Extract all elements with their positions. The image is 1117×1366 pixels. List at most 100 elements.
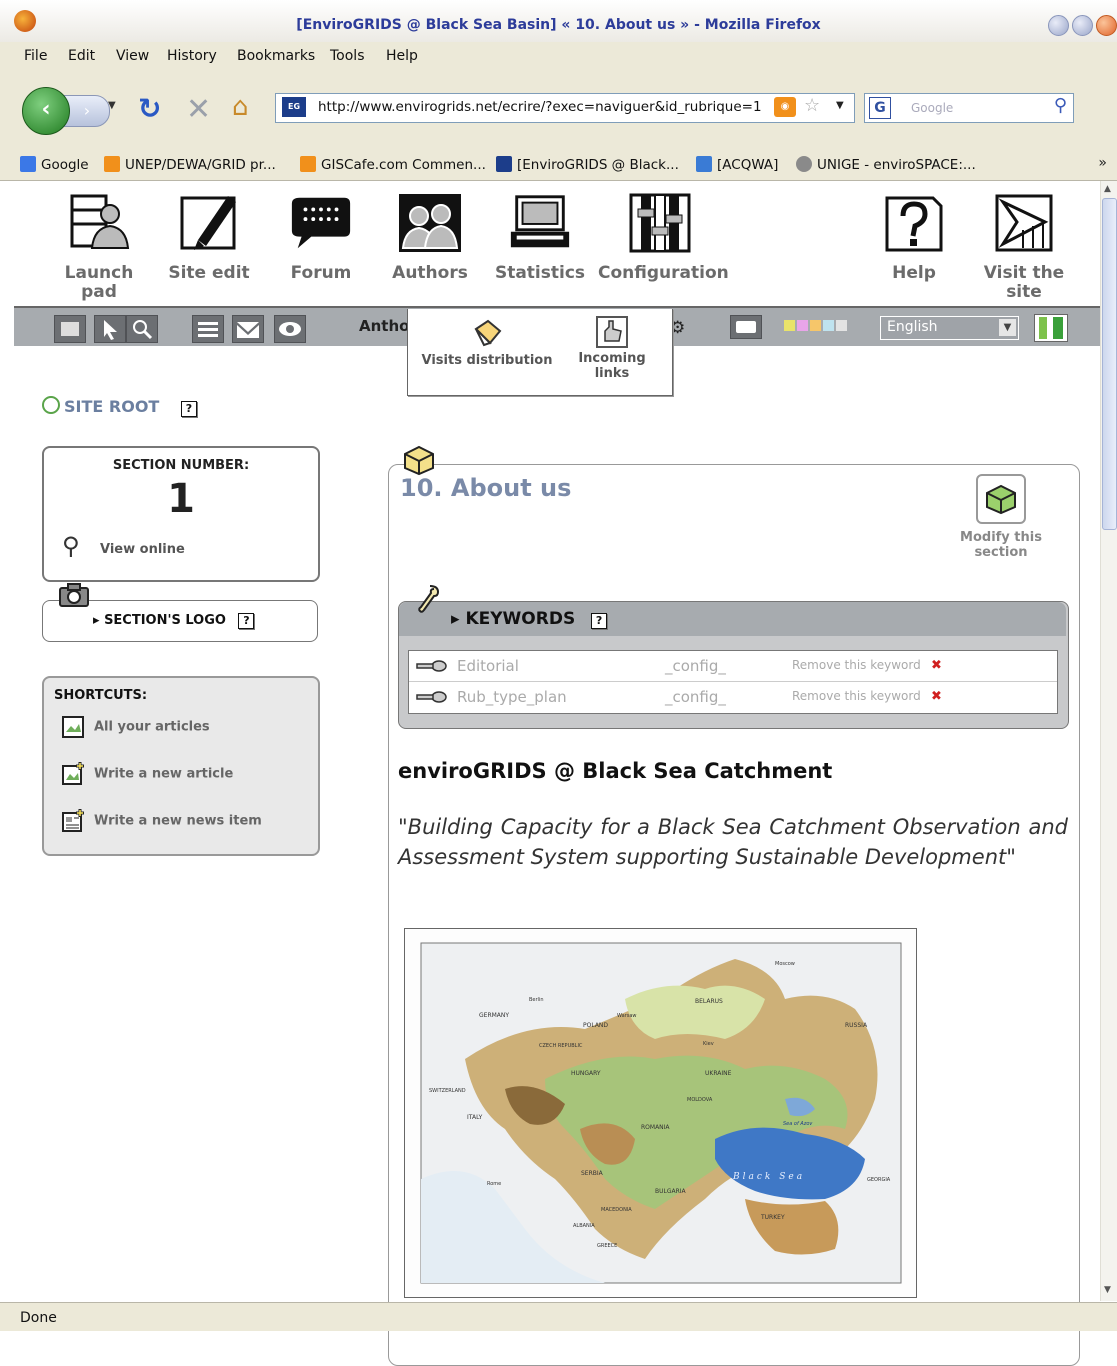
envirogrids-icon [496, 156, 512, 172]
back-button[interactable]: ‹ [22, 87, 70, 135]
keywords-toggle[interactable]: ▸ KEYWORDS ? [451, 609, 608, 629]
help-icon[interactable]: ? [180, 401, 197, 417]
minimize-button[interactable] [1048, 15, 1069, 36]
bookmark-giscafe[interactable]: GISCafe.com Commen... [300, 156, 486, 173]
site-root-link[interactable]: SITE ROOT ? [42, 396, 197, 417]
pointer-icon[interactable] [94, 315, 126, 343]
bookmark-google[interactable]: Google [20, 156, 89, 173]
home-icon[interactable]: ⌂ [232, 92, 249, 122]
configuration-icon [627, 190, 693, 256]
maximize-button[interactable] [1072, 15, 1093, 36]
bookmark-star-icon[interactable]: ☆ [804, 95, 820, 116]
bookmarks-overflow-button[interactable]: » [1098, 155, 1107, 171]
map-label-black-sea: Black Sea [732, 1172, 805, 1182]
color-swatches[interactable] [784, 320, 849, 335]
menu-help[interactable]: Help [386, 48, 418, 64]
url-input[interactable]: http://www.envirogrids.net/ecrire/?exec=… [318, 99, 762, 115]
close-button[interactable] [1096, 15, 1117, 36]
modify-section-button[interactable]: Modify this section [956, 474, 1046, 560]
stop-icon[interactable]: ✕ [186, 92, 211, 127]
scroll-thumb[interactable] [1102, 198, 1117, 530]
title-bar: [EnviroGRIDS @ Black Sea Basin] « 10. Ab… [0, 0, 1117, 42]
search-bar[interactable]: G Google ⚲ [864, 93, 1074, 123]
spip-logo-icon[interactable] [1034, 314, 1068, 342]
remove-keyword-icon[interactable]: ✖ [931, 689, 942, 704]
preview-eye-icon[interactable] [274, 315, 306, 343]
key-icon [416, 691, 447, 703]
shortcut-new-article[interactable]: Write a new article [60, 761, 233, 787]
visit-site-button[interactable]: Visit the site [976, 190, 1072, 302]
chevron-down-icon[interactable]: ▼ [999, 319, 1016, 336]
menu-edit[interactable]: Edit [68, 48, 95, 64]
remove-keyword-icon[interactable]: ✖ [931, 658, 942, 673]
help-button[interactable]: Help [874, 190, 954, 283]
zoom-tool-icon[interactable] [126, 315, 158, 343]
configuration-button[interactable]: Configuration [598, 190, 729, 283]
menu-file[interactable]: File [24, 48, 47, 64]
mail-icon[interactable] [232, 315, 264, 343]
bookmark-unep[interactable]: UNEP/DEWA/GRID pr... [104, 156, 276, 173]
launch-pad-button[interactable]: Launch pad [44, 190, 154, 302]
swatch-yellow[interactable] [784, 320, 795, 331]
section-logo-toggle[interactable]: ▸ SECTION'S LOGO ? [93, 613, 255, 629]
site-edit-button[interactable]: Site edit [164, 190, 254, 283]
keyword-group[interactable]: _config_ [665, 688, 726, 706]
map-label-moldova: MOLDOVA [687, 1097, 713, 1103]
bookmark-envirogrids[interactable]: [EnviroGRIDS @ Black... [496, 156, 679, 173]
bookmark-unige[interactable]: UNIGE - enviroSPACE:... [796, 156, 976, 173]
search-icon[interactable]: ⚲ [1054, 95, 1067, 116]
scroll-down-icon[interactable]: ▼ [1104, 1285, 1111, 1295]
help-icon [881, 190, 947, 256]
language-select[interactable]: English ▼ [880, 316, 1019, 340]
remove-keyword-link[interactable]: Remove this keyword [792, 689, 921, 703]
search-input[interactable]: Google [911, 101, 953, 115]
section-number-box: SECTION NUMBER: 1 ⚲ View online [42, 446, 320, 582]
visits-distribution-button[interactable]: Visits distribution [414, 317, 560, 368]
remove-keyword-link[interactable]: Remove this keyword [792, 658, 921, 672]
reload-icon[interactable]: ↻ [138, 92, 161, 125]
menu-bookmarks[interactable]: Bookmarks [237, 48, 315, 64]
menu-tools[interactable]: Tools [330, 48, 365, 64]
keyword-name[interactable]: Rub_type_plan [457, 688, 567, 706]
back-arrow-icon: ‹ [41, 97, 51, 122]
view-online-link[interactable]: View online [100, 542, 185, 557]
forward-arrow-icon: › [83, 101, 91, 120]
keyword-group[interactable]: _config_ [665, 657, 726, 675]
map-label-germany: GERMANY [479, 1012, 509, 1019]
forward-button[interactable]: › [64, 95, 110, 127]
keyword-name[interactable]: Editorial [457, 657, 519, 675]
rss-feed-icon[interactable]: ◉ [774, 97, 796, 117]
navigation-mode-icon[interactable] [54, 315, 86, 343]
keywords-header[interactable]: ▸ KEYWORDS ? [399, 602, 1066, 636]
shortcut-all-articles[interactable]: All your articles [60, 714, 210, 740]
site-edit-icon [176, 190, 242, 256]
help-icon[interactable]: ? [238, 613, 255, 629]
swatch-pink[interactable] [797, 320, 808, 331]
url-bar[interactable]: EG http://www.envirogrids.net/ecrire/?ex… [275, 93, 855, 123]
forum-button[interactable]: Forum [276, 190, 366, 283]
screen-icon[interactable] [730, 315, 762, 339]
bookmark-acqwa[interactable]: [ACQWA] [696, 156, 778, 173]
layout-icon[interactable] [192, 315, 224, 343]
statistics-button[interactable]: Statistics [494, 190, 586, 283]
menu-view[interactable]: View [116, 48, 149, 64]
key-icon [416, 660, 447, 672]
authors-icon [397, 190, 463, 256]
url-dropdown-icon[interactable]: ▼ [836, 100, 844, 111]
window-title: [EnviroGRIDS @ Black Sea Basin] « 10. Ab… [296, 17, 821, 33]
scroll-up-icon[interactable]: ▲ [1104, 184, 1111, 194]
swatch-orange[interactable] [810, 320, 821, 331]
magnifier-icon: ⚲ [62, 532, 80, 560]
swatch-blue[interactable] [823, 320, 834, 331]
acqwa-icon [696, 156, 712, 172]
wrench-icon [416, 584, 442, 618]
help-icon[interactable]: ? [591, 613, 608, 629]
authors-button[interactable]: Authors [384, 190, 476, 283]
incoming-links-button[interactable]: Incoming links [564, 315, 660, 381]
shortcut-new-news-item[interactable]: Write a new news item [60, 808, 262, 834]
history-dropdown-icon[interactable]: ▼ [108, 100, 116, 111]
swatch-grey[interactable] [836, 320, 847, 331]
google-engine-icon[interactable]: G [869, 97, 891, 119]
menu-history[interactable]: History [167, 48, 217, 64]
forum-icon [288, 190, 354, 256]
